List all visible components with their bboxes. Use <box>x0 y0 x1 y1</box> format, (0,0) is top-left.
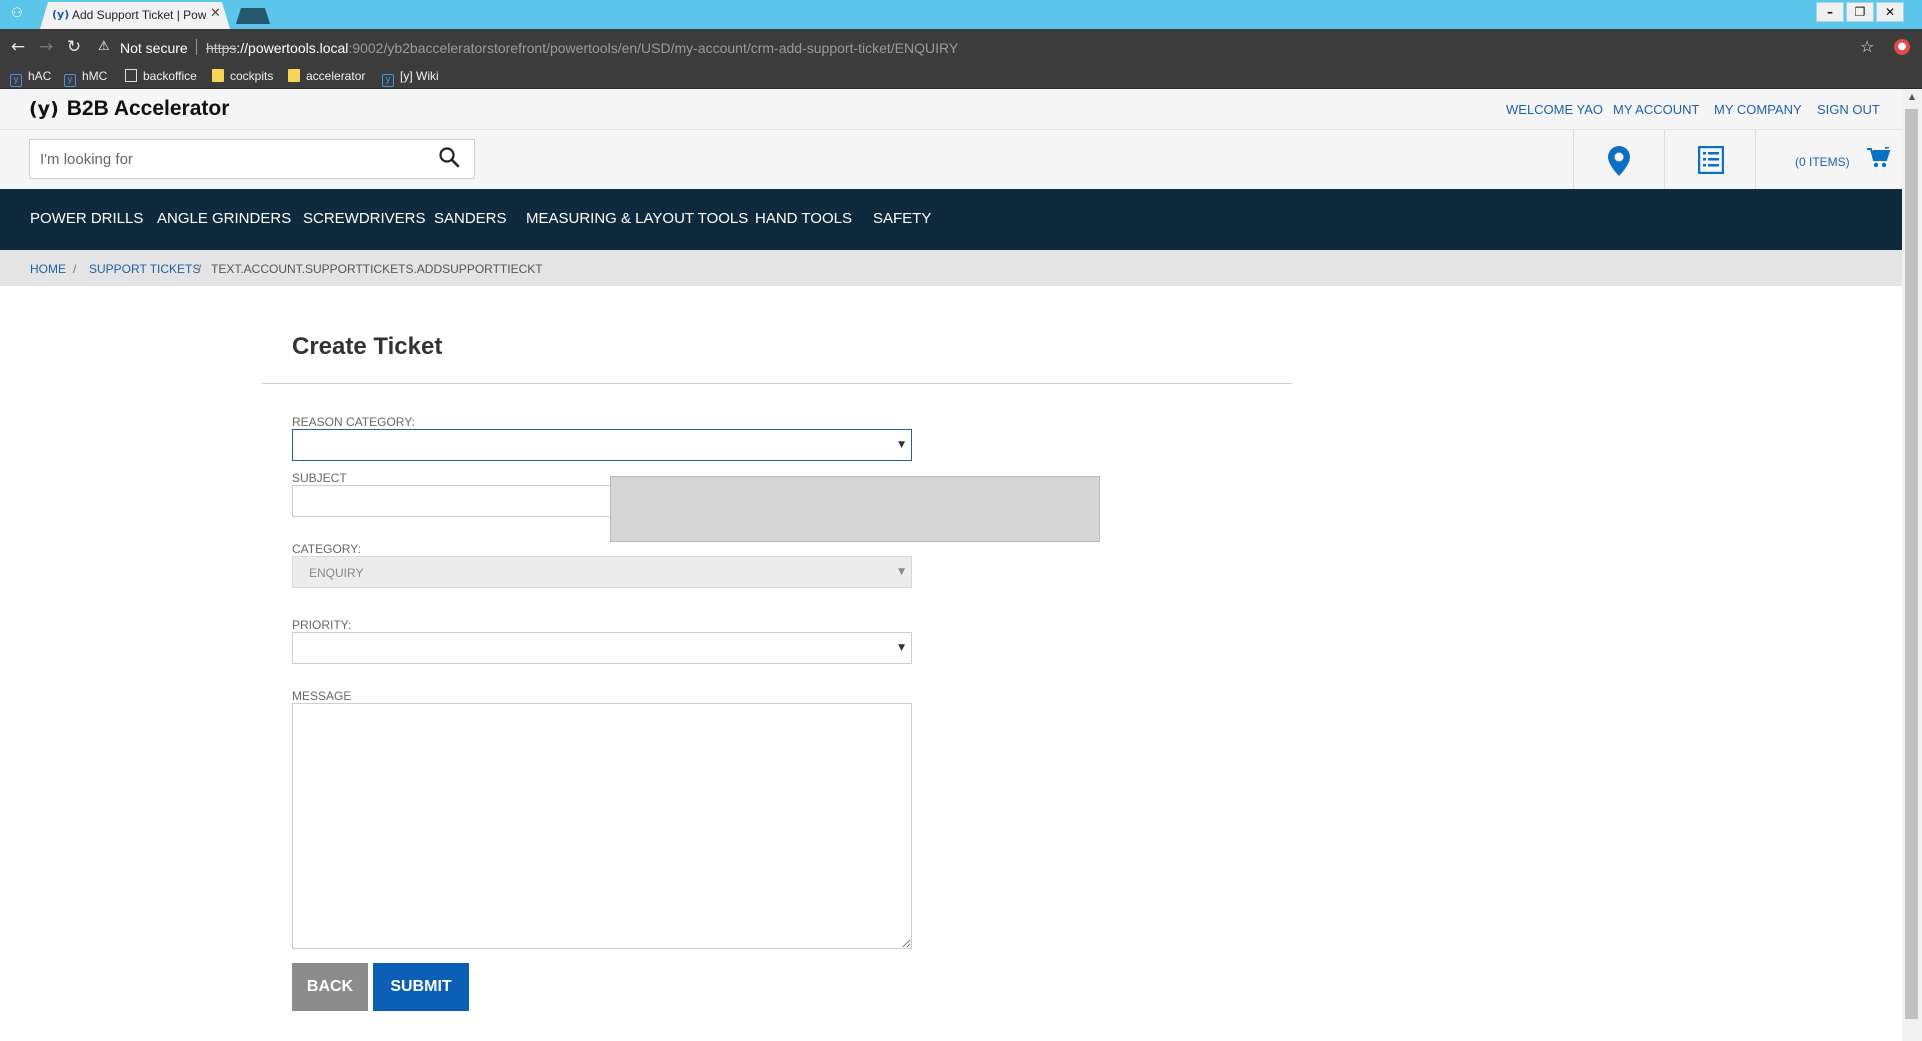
tab-favicon-icon: (y) <box>52 8 70 21</box>
breadcrumb-separator: / <box>73 262 77 276</box>
logo-mark-icon: (y) <box>29 98 59 120</box>
browser-menu-icon[interactable]: ⚇ <box>8 5 26 23</box>
new-tab-button[interactable] <box>236 8 270 24</box>
address-bar[interactable]: ⚠ Not secure https://powertools.local:90… <box>90 33 1890 61</box>
category-value: ENQUIRY <box>309 566 364 580</box>
my-account-link[interactable]: MY ACCOUNT <box>1613 102 1699 117</box>
search-box <box>29 139 475 179</box>
security-label: Not secure <box>120 40 188 56</box>
bookmark-star-icon[interactable]: ☆ <box>1860 37 1874 56</box>
bookmark-wiki[interactable]: y [y] Wiki <box>382 69 439 87</box>
scroll-thumb[interactable] <box>1905 109 1918 1019</box>
page-title: Create Ticket <box>292 333 443 360</box>
message-label: MESSAGE <box>292 689 352 703</box>
chevron-down-icon: ▼ <box>898 567 905 577</box>
my-company-link[interactable]: MY COMPANY <box>1714 102 1802 117</box>
address-separator <box>196 39 197 55</box>
url-text[interactable]: https://powertools.local:9002/yb2baccele… <box>206 40 958 56</box>
y-logo-icon: y <box>10 74 22 87</box>
category-select: ENQUIRY ▼ <box>292 556 912 588</box>
nav-power-drills[interactable]: POWER DRILLS <box>30 210 143 227</box>
browser-tab[interactable]: (y) Add Support Ticket | Pow ✕ <box>40 2 230 29</box>
tab-close-icon[interactable]: ✕ <box>210 6 221 21</box>
list-icon <box>1698 146 1724 174</box>
site-logo[interactable]: (y) B2B Accelerator <box>29 97 229 121</box>
breadcrumb-separator: / <box>198 262 202 276</box>
forward-arrow-icon[interactable]: → <box>36 37 56 57</box>
bookmark-backoffice[interactable]: backoffice <box>125 69 197 83</box>
cart-label: (0 ITEMS) <box>1795 155 1850 169</box>
bookmark-label: hMC <box>82 69 108 83</box>
title-divider <box>262 383 1292 384</box>
url-scheme: https <box>206 40 237 56</box>
browser-toolbar: ← → ↻ ⚠ Not secure https://powertools.lo… <box>0 29 1922 65</box>
bookmark-label: cockpits <box>230 69 274 83</box>
y-logo-icon: y <box>64 74 76 87</box>
dropdown-popup-overlay <box>610 476 1100 542</box>
priority-label: PRIORITY: <box>292 618 352 632</box>
search-icon <box>439 147 460 168</box>
bookmark-label: hAC <box>28 69 52 83</box>
url-host: ://powertools.local <box>236 40 349 56</box>
bookmark-label: accelerator <box>306 69 366 83</box>
nav-measuring-layout-tools[interactable]: MEASURING & LAYOUT TOOLS <box>526 210 748 227</box>
welcome-link[interactable]: WELCOME YAO <box>1506 102 1603 117</box>
page-icon <box>125 69 137 82</box>
subject-label: SUBJECT <box>292 471 347 485</box>
nav-safety[interactable]: SAFETY <box>873 210 931 227</box>
bookmark-label: [y] Wiki <box>400 69 439 83</box>
chevron-down-icon: ▼ <box>898 643 905 653</box>
site-header-top: (y) B2B Accelerator WELCOME YAO MY ACCOUN… <box>0 89 1902 130</box>
bookmark-accelerator[interactable]: accelerator <box>288 69 365 83</box>
breadcrumb: HOME / SUPPORT TICKETS / TEXT.ACCOUNT.SU… <box>0 250 1902 286</box>
bookmark-label: backoffice <box>143 69 197 83</box>
minimize-button[interactable]: – <box>1816 2 1844 22</box>
y-logo-icon: y <box>382 74 394 87</box>
folder-icon <box>212 69 224 82</box>
back-arrow-icon[interactable]: ← <box>8 37 28 57</box>
breadcrumb-current: TEXT.ACCOUNT.SUPPORTTICKETS.ADDSUPPORTTI… <box>211 262 543 276</box>
page-scrollbar[interactable]: ▲ <box>1902 89 1922 1041</box>
breadcrumb-home[interactable]: HOME <box>30 262 66 276</box>
priority-select[interactable]: ▼ <box>292 632 912 664</box>
search-input[interactable] <box>40 148 430 170</box>
cart-icon <box>1867 147 1891 168</box>
extension-icon[interactable]: ● <box>1894 39 1910 55</box>
site-header-search-row: (0 ITEMS) <box>0 130 1902 189</box>
nav-hand-tools[interactable]: HAND TOOLS <box>755 210 852 227</box>
location-pin-icon <box>1608 146 1630 176</box>
reload-icon[interactable]: ↻ <box>64 37 84 57</box>
brand-name: B2B Accelerator <box>66 97 230 120</box>
tab-title: Add Support Ticket | Pow <box>72 8 206 22</box>
quick-order-button[interactable] <box>1664 130 1755 189</box>
search-button[interactable] <box>438 146 466 172</box>
category-label: CATEGORY: <box>292 542 361 556</box>
back-button[interactable]: BACK <box>292 963 368 1011</box>
browser-tabstrip: ⚇ (y) Add Support Ticket | Pow ✕ – ❐ ✕ <box>0 0 1922 29</box>
reason-category-select[interactable]: ▼ <box>292 429 912 461</box>
nav-angle-grinders[interactable]: ANGLE GRINDERS <box>157 210 291 227</box>
scroll-up-arrow-icon[interactable]: ▲ <box>1902 89 1922 105</box>
breadcrumb-support-tickets[interactable]: SUPPORT TICKETS <box>89 262 200 276</box>
close-window-button[interactable]: ✕ <box>1876 2 1904 22</box>
url-path: :9002/yb2bacceleratorstorefront/powertoo… <box>348 40 959 56</box>
restore-button[interactable]: ❐ <box>1846 2 1874 22</box>
warning-icon: ⚠ <box>98 39 110 54</box>
chevron-down-icon: ▼ <box>898 440 905 450</box>
folder-icon <box>288 69 300 82</box>
web-page: (y) B2B Accelerator WELCOME YAO MY ACCOUN… <box>0 89 1902 1041</box>
store-finder-button[interactable] <box>1573 130 1664 189</box>
bookmark-hmc[interactable]: y hMC <box>64 69 107 87</box>
bookmark-hac[interactable]: y hAC <box>10 69 51 87</box>
nav-sanders[interactable]: SANDERS <box>434 210 507 227</box>
sign-out-link[interactable]: SIGN OUT <box>1817 102 1880 117</box>
category-navbar: POWER DRILLS ANGLE GRINDERS SCREWDRIVERS… <box>0 189 1902 250</box>
reason-category-label: REASON CATEGORY: <box>292 415 415 429</box>
bookmark-cockpits[interactable]: cockpits <box>212 69 273 83</box>
bookmarks-bar: y hAC y hMC backoffice cockpits accelerato… <box>0 65 1922 89</box>
nav-screwdrivers[interactable]: SCREWDRIVERS <box>303 210 426 227</box>
submit-button[interactable]: SUBMIT <box>373 963 469 1011</box>
mini-cart[interactable]: (0 ITEMS) <box>1755 130 1902 189</box>
message-textarea[interactable] <box>292 703 912 949</box>
